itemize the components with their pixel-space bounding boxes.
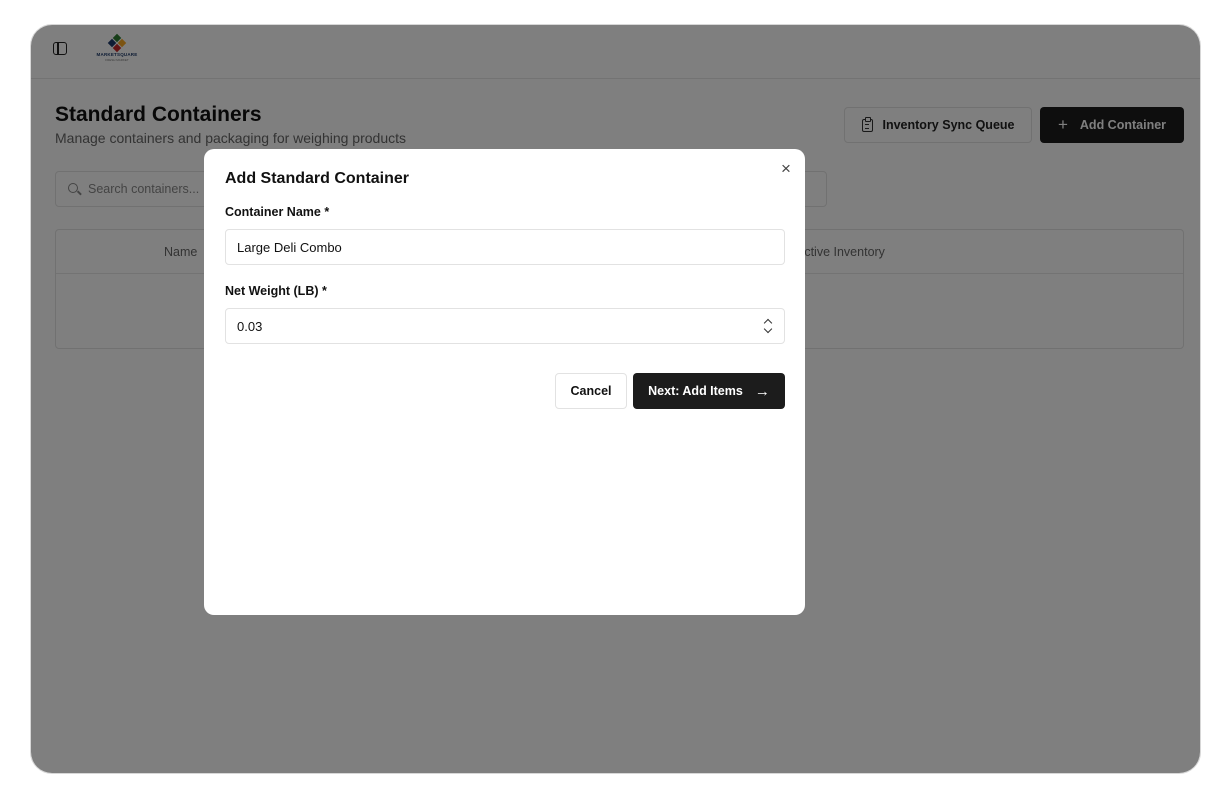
dialog-title: Add Standard Container [225,170,410,187]
stepper-icon[interactable] [762,317,774,335]
net-weight-field[interactable]: 0.03 [225,308,785,344]
next-add-items-label: Next: Add Items [648,384,743,398]
cancel-button[interactable]: Cancel [555,373,627,409]
arrow-right-icon: → [754,382,770,400]
container-name-field[interactable]: Large Deli Combo [225,229,785,265]
close-icon[interactable]: × [779,160,793,177]
add-container-dialog: Add Standard Container × Container Name … [204,149,805,615]
net-weight-value: 0.03 [237,319,263,334]
next-add-items-button[interactable]: Next: Add Items → [633,373,785,409]
net-weight-label: Net Weight (LB) * [225,284,327,298]
app-window: MARKETSQUARE FRESH MARKET Standard Conta… [30,24,1201,774]
container-name-value: Large Deli Combo [237,240,342,255]
container-name-label: Container Name * [225,205,330,219]
